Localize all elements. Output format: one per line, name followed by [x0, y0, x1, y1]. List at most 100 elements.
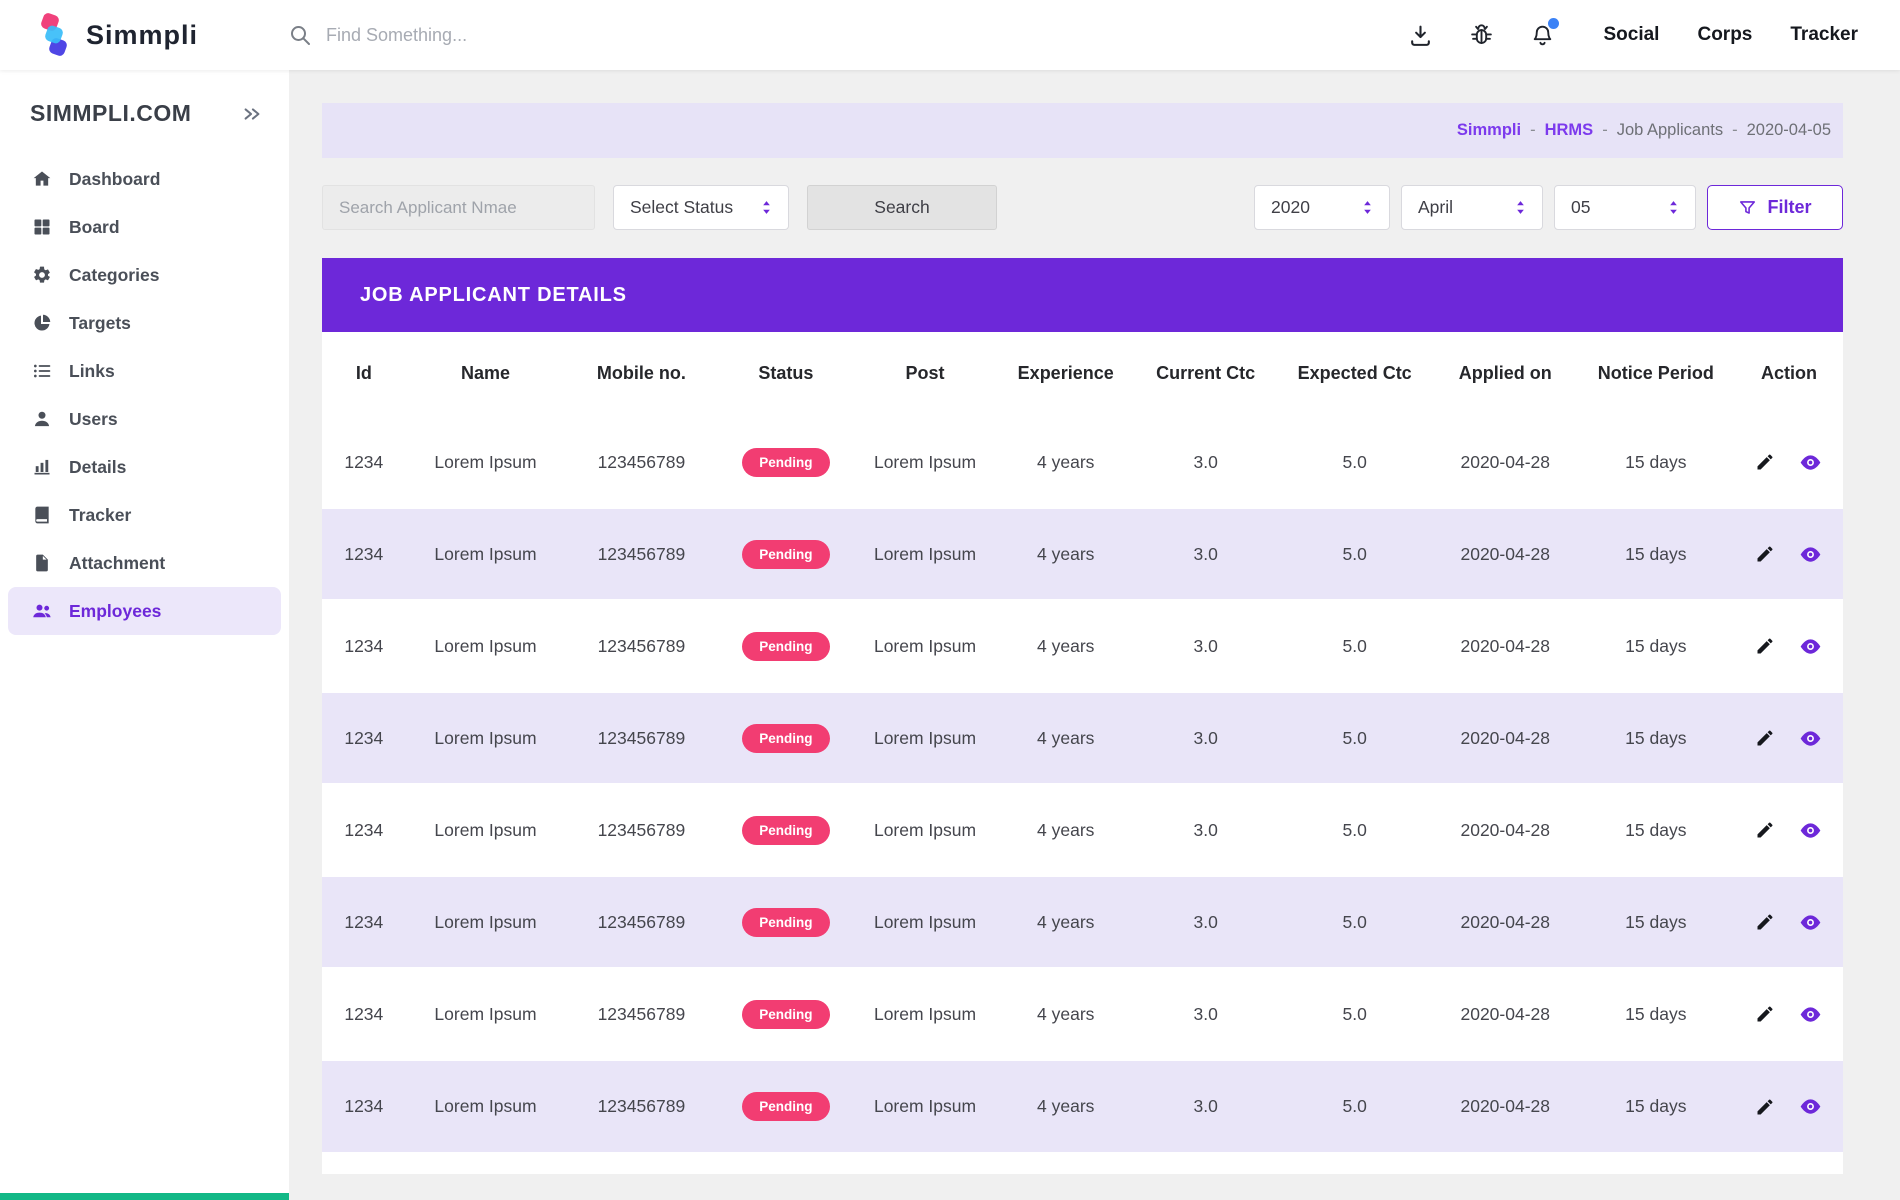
sidebar-item-dashboard[interactable]: Dashboard — [8, 155, 281, 203]
status-badge: Pending — [742, 632, 829, 661]
edit-icon[interactable] — [1755, 820, 1775, 840]
sidebar-item-attachment[interactable]: Attachment — [8, 539, 281, 587]
cell-notice-period: 15 days — [1577, 968, 1735, 1060]
download-icon[interactable] — [1408, 23, 1433, 48]
cell-expected-ctc: 5.0 — [1276, 692, 1434, 784]
sidebar-item-label: Targets — [69, 313, 131, 334]
cell-applied-on: 2020-04-28 — [1434, 1060, 1577, 1152]
table-title: JOB APPLICANT DETAILS — [322, 258, 1843, 332]
logo[interactable]: Simmpli — [36, 12, 288, 58]
edit-icon[interactable] — [1755, 728, 1775, 748]
edit-icon[interactable] — [1755, 452, 1775, 472]
cell-post: Lorem Ipsum — [854, 1060, 995, 1152]
cell-applied-on: 2020-04-28 — [1434, 508, 1577, 600]
sidebar-item-label: Users — [69, 409, 118, 430]
cell-experience: 4 years — [996, 508, 1136, 600]
logo-icon — [36, 12, 72, 58]
cell-mobile: 123456789 — [565, 876, 717, 968]
year-select[interactable]: 2020 — [1254, 185, 1390, 230]
table-body: 1234Lorem Ipsum123456789PendingLorem Ips… — [322, 416, 1843, 1152]
view-icon[interactable] — [1799, 727, 1822, 750]
search-button[interactable]: Search — [807, 185, 997, 230]
view-icon[interactable] — [1799, 635, 1822, 658]
status-badge: Pending — [742, 908, 829, 937]
search-icon — [288, 23, 312, 47]
cell-id: 1234 — [322, 600, 406, 692]
cell-experience: 4 years — [996, 416, 1136, 508]
sidebar-item-details[interactable]: Details — [8, 443, 281, 491]
topbar-link-corps[interactable]: Corps — [1697, 24, 1752, 46]
applicant-search-input[interactable] — [322, 185, 595, 230]
sidebar-item-employees[interactable]: Employees — [8, 587, 281, 635]
month-select[interactable]: April — [1401, 185, 1543, 230]
sidebar-item-tracker[interactable]: Tracker — [8, 491, 281, 539]
year-select-value: 2020 — [1271, 197, 1310, 218]
bug-icon[interactable] — [1469, 23, 1494, 48]
breadcrumb-item: 2020-04-05 — [1747, 121, 1831, 140]
day-select[interactable]: 05 — [1554, 185, 1696, 230]
cell-name: Lorem Ipsum — [406, 968, 566, 1060]
edit-icon[interactable] — [1755, 1004, 1775, 1024]
collapse-chevrons-icon[interactable] — [241, 103, 263, 125]
breadcrumb-item[interactable]: Simmpli — [1457, 121, 1521, 140]
filter-button[interactable]: Filter — [1707, 185, 1843, 230]
sidebar-item-label: Attachment — [69, 553, 165, 574]
notification-dot — [1548, 18, 1559, 29]
file-icon — [32, 553, 52, 573]
cell-experience: 4 years — [996, 876, 1136, 968]
breadcrumb-separator: - — [1602, 121, 1608, 140]
cell-expected-ctc: 5.0 — [1276, 600, 1434, 692]
cell-current-ctc: 3.0 — [1136, 876, 1276, 968]
sidebar-item-categories[interactable]: Categories — [8, 251, 281, 299]
column-header: Notice Period — [1577, 332, 1735, 416]
cell-applied-on: 2020-04-28 — [1434, 876, 1577, 968]
view-icon[interactable] — [1799, 451, 1822, 474]
cell-post: Lorem Ipsum — [854, 968, 995, 1060]
global-search-input[interactable] — [326, 25, 756, 46]
people-icon — [32, 601, 52, 621]
edit-icon[interactable] — [1755, 1097, 1775, 1117]
table-row: 1234Lorem Ipsum123456789PendingLorem Ips… — [322, 968, 1843, 1060]
edit-icon[interactable] — [1755, 912, 1775, 932]
sidebar-menu: DashboardBoard Categories Targets Links User… — [0, 149, 289, 641]
view-icon[interactable] — [1799, 1003, 1822, 1026]
sidebar-header: SIMMPLI.COM — [0, 70, 289, 149]
status-badge: Pending — [742, 448, 829, 477]
status-badge: Pending — [742, 724, 829, 753]
sidebar-item-links[interactable]: Links — [8, 347, 281, 395]
cell-name: Lorem Ipsum — [406, 508, 566, 600]
cell-mobile: 123456789 — [565, 784, 717, 876]
sidebar-item-board[interactable]: Board — [8, 203, 281, 251]
column-header: Applied on — [1434, 332, 1577, 416]
cell-expected-ctc: 5.0 — [1276, 876, 1434, 968]
view-icon[interactable] — [1799, 911, 1822, 934]
sidebar-bottom-accent — [0, 1193, 289, 1200]
sidebar-item-label: Categories — [69, 265, 159, 286]
topbar-link-social[interactable]: Social — [1603, 24, 1659, 46]
column-header: Experience — [996, 332, 1136, 416]
cell-name: Lorem Ipsum — [406, 876, 566, 968]
cell-current-ctc: 3.0 — [1136, 692, 1276, 784]
edit-icon[interactable] — [1755, 544, 1775, 564]
global-search — [288, 23, 1408, 47]
cell-status: Pending — [717, 784, 854, 876]
sidebar-item-targets[interactable]: Targets — [8, 299, 281, 347]
notifications-bell-icon[interactable] — [1530, 23, 1555, 48]
cell-id: 1234 — [322, 692, 406, 784]
column-header: Expected Ctc — [1276, 332, 1434, 416]
view-icon[interactable] — [1799, 1095, 1822, 1118]
cell-current-ctc: 3.0 — [1136, 416, 1276, 508]
table-header-row: IdNameMobile no.StatusPostExperienceCurr… — [322, 332, 1843, 416]
breadcrumb-item[interactable]: HRMS — [1545, 121, 1594, 140]
status-select[interactable]: Select Status — [613, 185, 789, 230]
status-select-value: Select Status — [630, 197, 733, 218]
edit-icon[interactable] — [1755, 636, 1775, 656]
topbar: Simmpli Social Corps Tracker — [0, 0, 1900, 70]
view-icon[interactable] — [1799, 543, 1822, 566]
sidebar-item-users[interactable]: Users — [8, 395, 281, 443]
topbar-link-tracker[interactable]: Tracker — [1790, 24, 1858, 46]
view-icon[interactable] — [1799, 819, 1822, 842]
day-select-value: 05 — [1571, 197, 1590, 218]
column-header: Action — [1735, 332, 1843, 416]
cell-mobile: 123456789 — [565, 600, 717, 692]
